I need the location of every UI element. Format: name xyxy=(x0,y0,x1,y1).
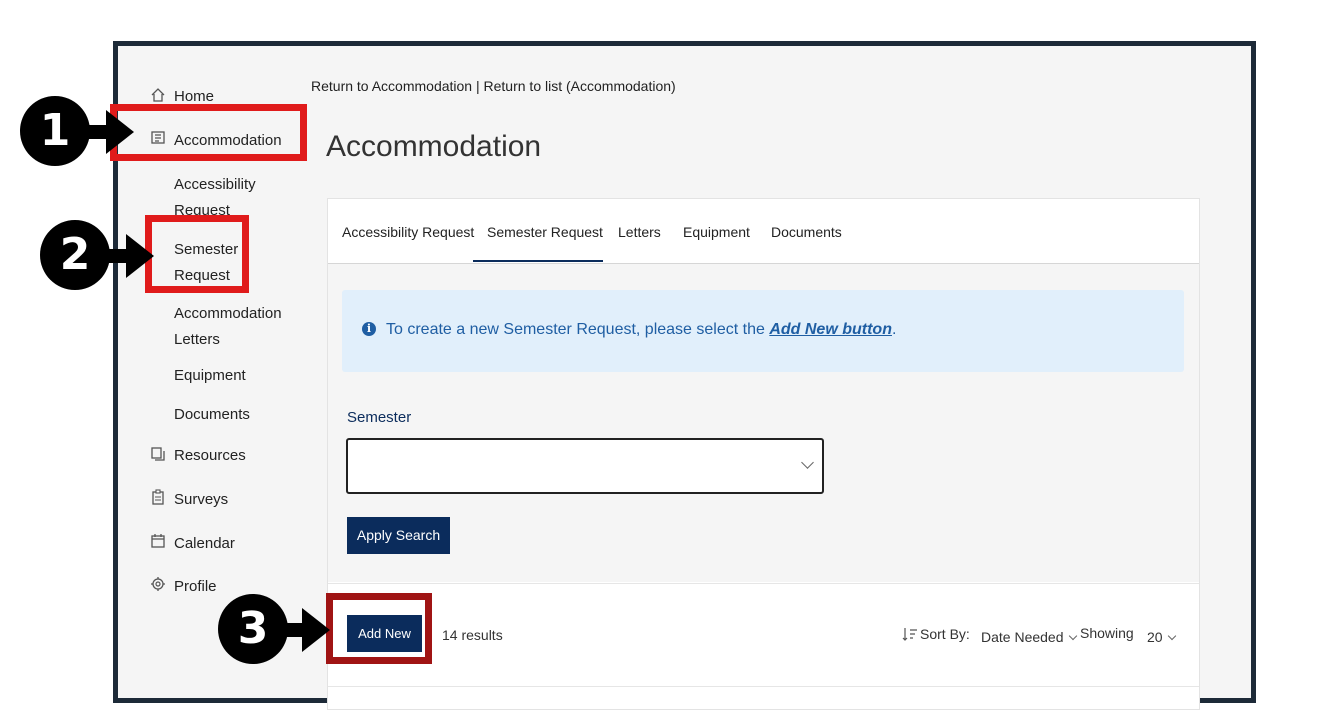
sort-by-select[interactable]: Date Needed xyxy=(981,629,1077,645)
sidebar-item-label: Home xyxy=(174,88,215,105)
callout-3: 3 xyxy=(218,594,288,664)
tab-bar: Accessibility Request Semester Request L… xyxy=(328,199,1199,264)
chevron-down-icon xyxy=(801,456,814,469)
sidebar-item-equipment[interactable]: Equipment xyxy=(174,367,246,384)
arrow-1-head xyxy=(106,110,134,154)
highlight-add-new xyxy=(326,593,432,664)
tab-letters[interactable]: Letters xyxy=(618,224,661,240)
sidebar-item-label: Resources xyxy=(174,447,246,464)
breadcrumb: Return to Accommodation | Return to list… xyxy=(311,78,676,94)
tab-accessibility-request[interactable]: Accessibility Request xyxy=(342,224,474,240)
breadcrumb-return-list[interactable]: Return to list (Accommodation) xyxy=(484,78,676,94)
arrow-3-head xyxy=(302,608,330,652)
home-icon xyxy=(151,88,165,102)
tab-semester-request[interactable]: Semester Request xyxy=(487,224,603,240)
highlight-accommodation xyxy=(110,104,307,161)
sidebar-item-calendar[interactable]: Calendar xyxy=(174,535,235,552)
tab-equipment[interactable]: Equipment xyxy=(683,224,750,240)
callout-2: 2 xyxy=(40,220,110,290)
sidebar-item-label: Equipment xyxy=(174,367,246,384)
semester-label: Semester xyxy=(347,409,412,426)
semester-select[interactable] xyxy=(346,438,824,494)
sidebar-item-documents[interactable]: Documents xyxy=(174,406,250,423)
sidebar-item-resources[interactable]: Resources xyxy=(174,447,246,464)
showing-select[interactable]: 20 xyxy=(1147,629,1176,645)
results-toolbar: Add New 14 results Sort By: Date Needed … xyxy=(328,583,1199,687)
active-tab-indicator xyxy=(473,260,603,262)
sidebar-item-label: Documents xyxy=(174,406,250,423)
info-text: To create a new Semester Request, please… xyxy=(386,321,896,339)
arrow-2-head xyxy=(126,234,154,278)
sort-by-value: Date Needed xyxy=(981,629,1064,645)
sidebar-item-label: Accommodation Letters xyxy=(174,305,282,348)
calendar-icon xyxy=(151,534,165,548)
sidebar-item-label: Calendar xyxy=(174,535,235,552)
gear-icon xyxy=(151,577,165,591)
sidebar-item-home[interactable]: Home xyxy=(174,88,214,105)
sidebar-item-surveys[interactable]: Surveys xyxy=(174,491,228,508)
chevron-down-icon xyxy=(1068,631,1077,641)
highlight-semester-request xyxy=(145,215,249,293)
breadcrumb-separator: | xyxy=(475,78,480,94)
sidebar-item-label: Surveys xyxy=(174,491,229,508)
callout-1: 1 xyxy=(20,96,90,166)
sort-icon xyxy=(902,628,917,641)
showing-value: 20 xyxy=(1147,629,1163,645)
sidebar-item-profile[interactable]: Profile xyxy=(174,578,217,595)
apply-search-button[interactable]: Apply Search xyxy=(347,517,450,554)
page-title: Accommodation xyxy=(326,130,542,163)
breadcrumb-return-accommodation[interactable]: Return to Accommodation xyxy=(311,78,472,94)
info-period: . xyxy=(891,321,897,338)
tab-documents[interactable]: Documents xyxy=(771,224,842,240)
info-add-new-link[interactable]: Add New button xyxy=(769,321,892,338)
results-count: 14 results xyxy=(442,627,503,643)
chevron-down-icon xyxy=(1167,631,1176,641)
sort-by-label: Sort By: xyxy=(920,626,970,642)
sidebar-item-label: Profile xyxy=(174,578,217,595)
copy-icon xyxy=(151,447,165,461)
main-panel: Accessibility Request Semester Request L… xyxy=(327,198,1200,710)
clipboard-icon xyxy=(152,489,164,505)
sidebar-item-label: Accessibility Request xyxy=(174,176,256,219)
sidebar-item-accommodation-letters[interactable]: Accommodation Letters xyxy=(174,301,284,353)
info-message: To create a new Semester Request, please… xyxy=(386,321,770,338)
info-icon: i xyxy=(362,322,376,336)
filter-area: i To create a new Semester Request, plea… xyxy=(328,264,1199,582)
showing-label: Showing xyxy=(1080,625,1134,641)
info-banner: i To create a new Semester Request, plea… xyxy=(342,290,1184,372)
